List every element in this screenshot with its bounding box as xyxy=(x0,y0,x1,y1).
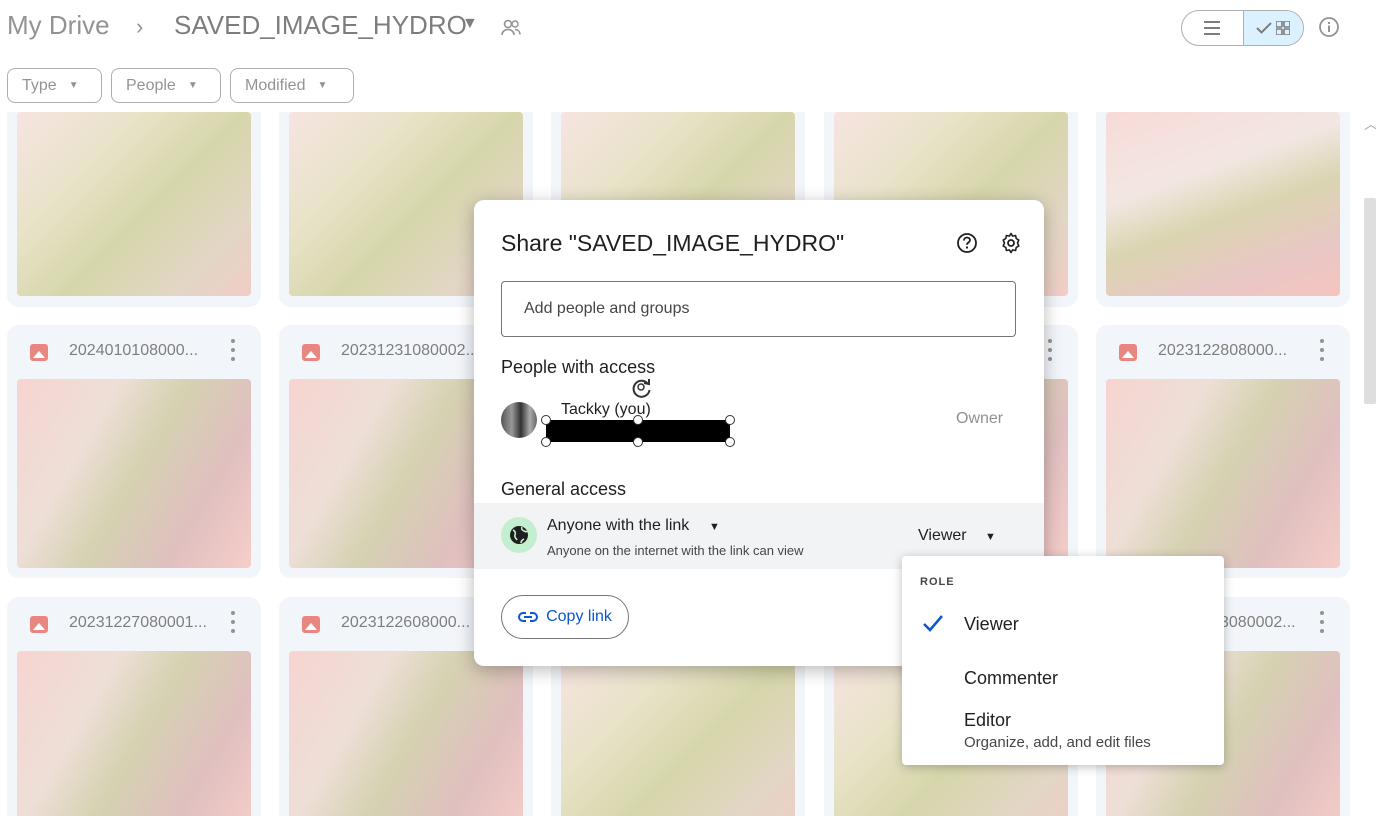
check-icon xyxy=(922,612,944,639)
rotate-handle-icon[interactable] xyxy=(629,376,655,405)
role-option-editor[interactable]: Editor Organize, add, and edit files xyxy=(902,704,1224,760)
role-menu-header: ROLE xyxy=(920,576,955,588)
add-people-input[interactable] xyxy=(501,281,1016,337)
gear-icon[interactable] xyxy=(1000,232,1022,259)
globe-icon xyxy=(501,517,537,553)
access-level-dropdown[interactable]: Anyone with the link xyxy=(547,517,689,535)
role-option-viewer[interactable]: Viewer xyxy=(902,608,1224,656)
resize-handle[interactable] xyxy=(541,437,551,447)
role-option-label: Commenter xyxy=(964,668,1059,688)
role-dropdown[interactable]: Viewer xyxy=(918,527,967,545)
help-icon[interactable] xyxy=(956,232,978,259)
owner-role-label: Owner xyxy=(956,410,1004,427)
people-with-access-heading: People with access xyxy=(501,357,656,377)
general-access-heading: General access xyxy=(501,479,627,499)
copy-link-label: Copy link xyxy=(546,608,612,625)
resize-handle[interactable] xyxy=(633,437,643,447)
role-option-commenter[interactable]: Commenter xyxy=(902,660,1224,708)
copy-link-button[interactable]: Copy link xyxy=(501,595,629,639)
avatar xyxy=(501,402,537,438)
share-dialog-title: Share "SAVED_IMAGE_HYDRO" xyxy=(501,230,845,256)
resize-handle[interactable] xyxy=(725,437,735,447)
role-option-description: Organize, add, and edit files xyxy=(964,734,1151,751)
link-icon xyxy=(518,612,539,622)
role-menu: ROLE Viewer Commenter Editor Organize, a… xyxy=(902,556,1224,765)
chevron-down-icon[interactable]: ▼ xyxy=(985,531,996,543)
chevron-down-icon[interactable]: ▼ xyxy=(709,521,720,533)
resize-handle[interactable] xyxy=(725,415,735,425)
resize-handle[interactable] xyxy=(541,415,551,425)
role-option-label: Viewer xyxy=(964,614,1019,634)
role-option-label: Editor xyxy=(964,710,1012,730)
access-description: Anyone on the internet with the link can… xyxy=(547,543,804,558)
resize-handle[interactable] xyxy=(633,415,643,425)
